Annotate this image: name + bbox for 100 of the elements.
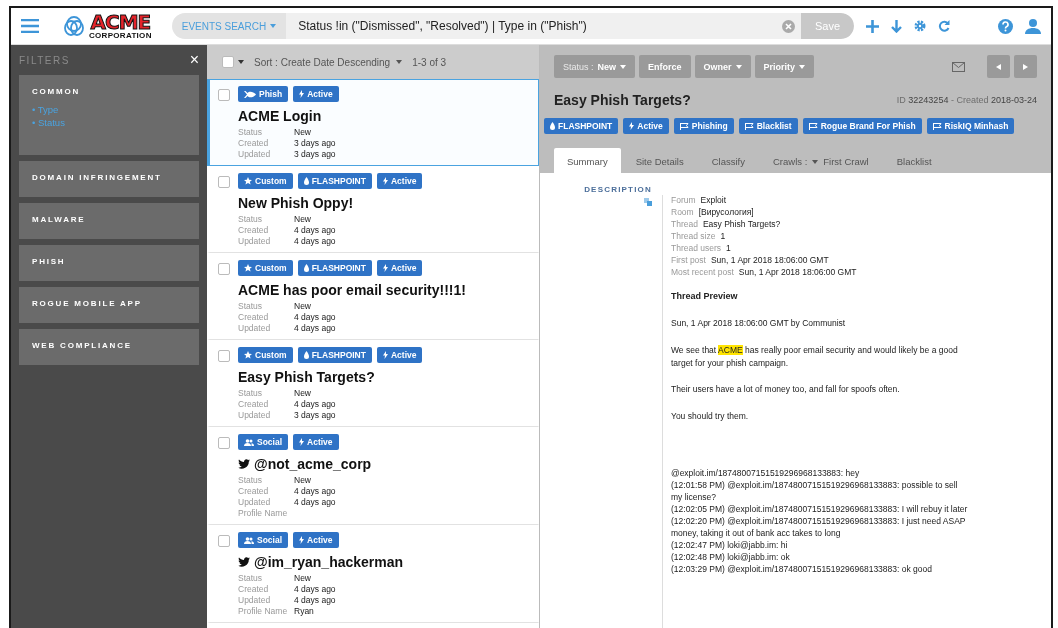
field-value: New [294, 573, 312, 583]
menu-icon[interactable] [21, 19, 39, 33]
select-all-checkbox[interactable] [222, 56, 234, 68]
tab[interactable]: Summary [554, 148, 621, 173]
field-value: New [294, 214, 312, 224]
dropdown-button[interactable]: Priority [754, 55, 815, 78]
field-value: 3 days ago [294, 138, 337, 148]
tag[interactable]: Phishing [673, 118, 734, 134]
refresh-icon[interactable] [938, 20, 950, 32]
tag[interactable]: Active [293, 434, 339, 450]
dropdown-button[interactable]: Status : New [554, 55, 636, 78]
flag-icon [679, 122, 689, 130]
tab[interactable]: Classify [698, 148, 758, 173]
filter-group[interactable]: WEB COMPLIANCE [19, 329, 199, 365]
filter-group-label: PHISH [32, 257, 67, 266]
row-checkbox[interactable] [218, 89, 230, 101]
tag[interactable]: FLASHPOINT [297, 347, 372, 363]
event-meta: ID 32243254 - Created 2018-03-24 [896, 95, 1037, 105]
tag[interactable]: RiskIQ Minhash [926, 118, 1015, 134]
caret-icon [238, 60, 244, 64]
sort-dropdown[interactable]: Sort : Create Date Descending [254, 56, 403, 68]
row-checkbox[interactable] [218, 176, 230, 188]
filter-group[interactable]: PHISH [19, 245, 199, 281]
company-logo: ACME [90, 12, 151, 32]
field-label: Status [238, 127, 264, 137]
field-value: 3 days ago [294, 410, 337, 420]
tag[interactable]: Custom [238, 260, 293, 276]
filter-group[interactable]: DOMAIN INFRINGEMENT [19, 161, 199, 197]
row-checkbox[interactable] [218, 263, 230, 275]
tag[interactable]: Active [293, 532, 339, 548]
tag[interactable]: Social [238, 532, 289, 548]
settings-icon[interactable] [914, 20, 926, 32]
description-field: Thread users 1 [671, 243, 971, 253]
filter-group-label: DOMAIN INFRINGEMENT [32, 173, 163, 182]
description-field: Thread size 1 [671, 231, 971, 241]
row-checkbox[interactable] [218, 535, 230, 547]
field-label: Updated [238, 149, 272, 159]
row-checkbox[interactable] [218, 350, 230, 362]
field-value: 3 days ago [294, 149, 337, 159]
chat-line: (12:02:47 PM) loki@jabb.im: hi [671, 539, 789, 552]
tab[interactable]: Blacklist [883, 148, 945, 173]
star-icon [244, 177, 252, 185]
field-value: 4 days ago [294, 312, 337, 322]
tag[interactable]: Blacklist [738, 118, 798, 134]
caret-icon [270, 24, 277, 28]
field-label: Updated [238, 410, 272, 420]
tag[interactable]: Rogue Brand For Phish [802, 118, 922, 134]
user-icon[interactable] [1025, 18, 1041, 34]
tag[interactable]: Custom [238, 347, 293, 363]
users-icon [244, 536, 254, 544]
down-arrow-icon[interactable] [891, 19, 902, 33]
field-label: Status [238, 475, 264, 485]
message-paragraph: We see that ACME has really poor email security and would likely be a good target for your phish campaign. [671, 343, 959, 370]
action-button[interactable]: Enforce [639, 55, 691, 78]
filter-group[interactable]: ROGUE MOBILE APP [19, 287, 199, 323]
caret-icon [799, 64, 806, 69]
filters-title: FILTERS [19, 54, 70, 66]
event-row[interactable]: Phish Active ACME Login Status New Created 3 days ago Updated 3 days ago [207, 79, 539, 166]
tag[interactable]: Active [376, 173, 423, 189]
tab[interactable]: Site Details [622, 148, 697, 173]
row-checkbox[interactable] [218, 437, 230, 449]
previous-button[interactable] [987, 55, 1010, 78]
tag[interactable]: Phish [238, 86, 289, 102]
bolt-icon [382, 351, 388, 359]
description-field: Room [Вирусология] [671, 207, 971, 217]
clear-icon[interactable] [781, 19, 795, 33]
filter-group[interactable]: MALWARE [19, 203, 199, 239]
caret-icon [735, 64, 742, 69]
bolt-icon [382, 177, 388, 185]
tag[interactable]: Active [293, 86, 339, 102]
tag[interactable]: FLASHPOINT [544, 118, 619, 134]
field-label: Profile Name [238, 508, 289, 518]
add-icon[interactable] [866, 19, 879, 33]
field-label: Status [238, 573, 264, 583]
mail-icon[interactable] [952, 61, 965, 72]
search-query[interactable]: Status !in ("Dismissed", "Resolved") | Type in ("Phish") [286, 19, 782, 33]
bird-icon [238, 459, 250, 469]
tab[interactable]: Crawls : First Crawl [760, 148, 882, 173]
tag[interactable]: FLASHPOINT [297, 173, 372, 189]
next-button[interactable] [1014, 55, 1037, 78]
tag[interactable]: Social [238, 434, 289, 450]
help-icon[interactable] [998, 18, 1013, 34]
filter-group-label: WEB COMPLIANCE [32, 341, 133, 350]
translate-icon[interactable] [644, 198, 652, 206]
tag[interactable]: Active [376, 347, 423, 363]
close-button[interactable]: × [189, 51, 199, 69]
dropdown-button[interactable]: Owner [694, 55, 751, 78]
field-label: Profile Name [238, 606, 289, 616]
field-value: New [294, 388, 312, 398]
tag[interactable]: Active [623, 118, 669, 134]
field-label: Created [238, 486, 270, 496]
field-value: 4 days ago [294, 225, 337, 235]
field-value: 4 days ago [294, 323, 337, 333]
tag[interactable]: Active [376, 260, 423, 276]
event-title: Easy Phish Targets? [238, 369, 376, 385]
tag[interactable]: FLASHPOINT [297, 260, 372, 276]
field-label: Updated [238, 236, 272, 246]
field-value: 4 days ago [294, 486, 337, 496]
filter-group-label: MALWARE [32, 215, 87, 224]
tag[interactable]: Custom [238, 173, 293, 189]
